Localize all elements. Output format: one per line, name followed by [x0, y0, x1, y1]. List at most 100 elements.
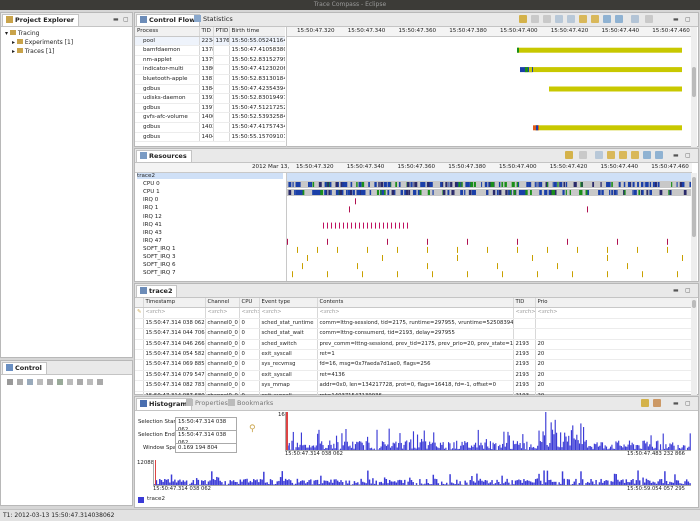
- column-ptid[interactable]: PTID: [213, 27, 230, 37]
- cpu-state-mark[interactable]: [445, 182, 448, 187]
- irq-mark[interactable]: [397, 246, 398, 253]
- cpu-state-mark[interactable]: [569, 190, 572, 195]
- resource-label[interactable]: IRQ 41: [143, 222, 162, 228]
- cpu-state-mark[interactable]: [472, 190, 474, 195]
- tab-control[interactable]: Control: [2, 362, 47, 374]
- resource-label[interactable]: SOFT_IRQ 1: [143, 246, 176, 252]
- irq-mark[interactable]: [467, 271, 468, 278]
- tree-item[interactable]: ▸ Traces [1]: [12, 48, 54, 55]
- legend-icon[interactable]: [641, 399, 649, 407]
- cpu-state-mark[interactable]: [464, 190, 466, 195]
- cpu-state-mark[interactable]: [646, 190, 649, 195]
- cpu-state-mark[interactable]: [492, 182, 495, 187]
- irq-mark[interactable]: [387, 222, 388, 229]
- cpu-state-mark[interactable]: [652, 182, 655, 187]
- irq-mark[interactable]: [375, 222, 376, 229]
- cpu-state-mark[interactable]: [327, 182, 330, 187]
- process-state-bar[interactable]: [524, 67, 682, 73]
- cpu-state-mark[interactable]: [623, 190, 625, 195]
- cpu-state-mark[interactable]: [387, 182, 389, 187]
- cpu-state-mark[interactable]: [681, 182, 685, 187]
- cpu-state-mark[interactable]: [520, 190, 524, 195]
- cpu-state-mark[interactable]: [644, 182, 646, 187]
- link-icon[interactable]: ⚲: [249, 424, 256, 434]
- cpu-state-mark[interactable]: [525, 190, 528, 195]
- irq-mark[interactable]: [347, 222, 348, 229]
- irq-mark[interactable]: [317, 246, 318, 253]
- irq-mark[interactable]: [617, 238, 618, 245]
- irq-mark[interactable]: [391, 222, 392, 229]
- cpu-state-mark[interactable]: [544, 190, 547, 195]
- cpu-state-mark[interactable]: [453, 190, 455, 195]
- irq-mark[interactable]: [667, 246, 668, 253]
- irq-mark[interactable]: [357, 263, 358, 270]
- irq-mark[interactable]: [607, 246, 608, 253]
- cpu-state-mark[interactable]: [530, 190, 532, 195]
- process-row[interactable]: gdbus1404 15:50:55.15709101: [135, 132, 285, 143]
- irq-mark[interactable]: [337, 246, 338, 253]
- prev-event-icon[interactable]: [555, 15, 563, 23]
- view-menu-icon[interactable]: [645, 15, 653, 23]
- irq-mark[interactable]: [403, 222, 404, 229]
- cpu-state-mark[interactable]: [492, 190, 496, 195]
- minimize-icon[interactable]: ▬: [673, 400, 679, 407]
- cpu-state-mark[interactable]: [611, 182, 613, 187]
- cpu-state-mark[interactable]: [312, 182, 315, 187]
- resource-label[interactable]: SOFT_IRQ 3: [143, 254, 176, 260]
- cpu-state-mark[interactable]: [316, 190, 320, 195]
- tree-item[interactable]: ▸ Experiments [1]: [12, 39, 73, 46]
- cpu-state-mark[interactable]: [659, 190, 663, 195]
- irq-mark[interactable]: [457, 246, 458, 253]
- event-row[interactable]: 15:50:47.314 054 582 channel0_0 0 exit_sysc…: [135, 349, 692, 361]
- irq-mark[interactable]: [627, 263, 628, 270]
- cpu-state-mark[interactable]: [447, 190, 450, 195]
- cpu-state-mark[interactable]: [308, 182, 310, 187]
- cpu-state-mark[interactable]: [516, 182, 519, 187]
- irq-mark[interactable]: [667, 238, 668, 245]
- cpu-state-mark[interactable]: [501, 182, 504, 187]
- irq-mark[interactable]: [307, 255, 308, 261]
- cpu-state-mark[interactable]: [534, 182, 536, 187]
- cpu-state-mark[interactable]: [378, 182, 380, 187]
- cpu-state-mark[interactable]: [559, 182, 563, 187]
- cpu-state-mark[interactable]: [632, 182, 635, 187]
- event-row[interactable]: 15:50:47.314 044 706 channel0_0 0 sched_sta…: [135, 328, 692, 340]
- reset-time-icon[interactable]: [579, 151, 587, 159]
- cpu-state-mark[interactable]: [657, 182, 660, 187]
- cpu-state-mark[interactable]: [288, 190, 292, 195]
- cpu-state-mark[interactable]: [609, 190, 611, 195]
- cpu-state-mark[interactable]: [419, 190, 422, 195]
- cpu-state-mark[interactable]: [352, 190, 355, 195]
- cpu-state-mark[interactable]: [297, 182, 300, 187]
- cpu-state-mark[interactable]: [324, 190, 327, 195]
- cpu-state-mark[interactable]: [410, 182, 413, 187]
- zoom-in-icon[interactable]: [643, 151, 651, 159]
- cpu-state-mark[interactable]: [356, 182, 358, 187]
- maximize-icon[interactable]: ▢: [685, 152, 691, 159]
- minimize-icon[interactable]: ▬: [673, 16, 679, 23]
- cpu-state-mark[interactable]: [361, 190, 364, 195]
- resource-label[interactable]: CPU 1: [143, 189, 160, 195]
- process-state-bar[interactable]: [536, 125, 538, 131]
- event-row[interactable]: 15:50:47.314 087 680channel0_00exit_sysc…: [135, 391, 692, 395]
- irq-mark[interactable]: [359, 222, 360, 229]
- cpu-state-mark[interactable]: [555, 182, 557, 187]
- irq-mark[interactable]: [297, 246, 298, 253]
- resources-scrollbar[interactable]: [691, 173, 697, 281]
- irq-mark[interactable]: [355, 222, 356, 229]
- process-row[interactable]: gdbus1384 15:50:47.42354394: [135, 84, 285, 95]
- filter-icon[interactable]: [631, 15, 639, 23]
- lost-events-icon[interactable]: [653, 399, 661, 407]
- irq-mark[interactable]: [607, 271, 608, 278]
- irq-mark[interactable]: [383, 222, 384, 229]
- irq-mark[interactable]: [677, 271, 678, 278]
- prev-event-icon[interactable]: [595, 151, 603, 159]
- irq-mark[interactable]: [427, 246, 428, 253]
- cpu-state-mark[interactable]: [318, 182, 322, 187]
- cpu-state-mark[interactable]: [528, 182, 532, 187]
- cpu-state-mark[interactable]: [461, 182, 463, 187]
- column-process[interactable]: Process: [135, 27, 200, 37]
- cpu-state-mark[interactable]: [468, 182, 470, 187]
- irq-mark[interactable]: [547, 246, 548, 253]
- event-row[interactable]: 15:50:47.314 046 266 channel0_0 0 sched_swi…: [135, 339, 692, 351]
